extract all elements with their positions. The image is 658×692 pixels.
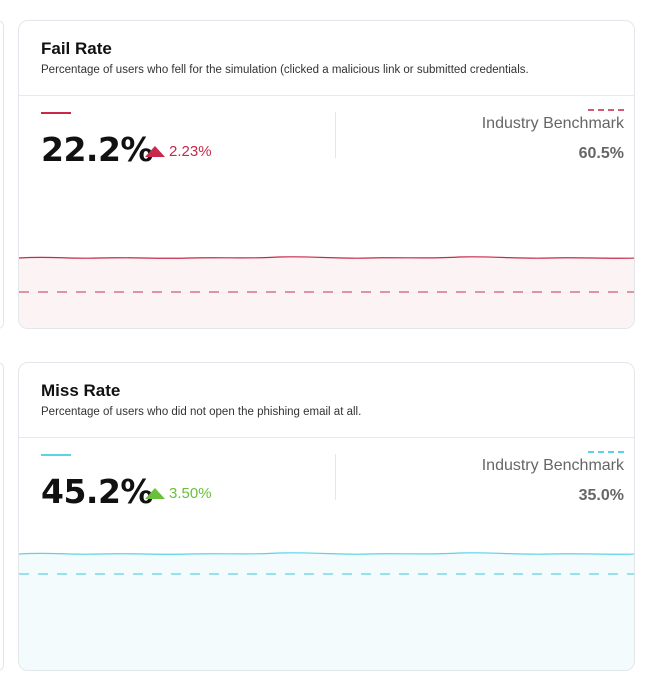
miss-rate-card: Miss Rate Percentage of users who did no… <box>18 362 635 671</box>
benchmark-label: Industry Benchmark <box>481 457 624 474</box>
series-legend-swatch <box>41 112 71 114</box>
benchmark-value: 60.5% <box>578 145 624 162</box>
series-legend-swatch <box>41 454 71 456</box>
trend-up-arrow-icon <box>145 488 165 499</box>
card-title: Fail Rate <box>41 39 112 58</box>
trend-up-arrow-icon <box>145 146 165 157</box>
benchmark-legend-swatch <box>588 451 624 453</box>
adjacent-card-edge-top <box>0 20 4 329</box>
trend-indicator: 3.50% <box>145 485 212 502</box>
adjacent-card-edge-bottom <box>0 362 4 671</box>
miss-rate-trend-chart <box>19 552 634 670</box>
divider <box>335 454 336 500</box>
metric-value: 45.2% <box>41 472 154 511</box>
series-area <box>19 256 634 328</box>
metric-row: 45.2% 3.50% Industry Benchmark 35.0% <box>19 438 634 524</box>
card-subtitle: Percentage of users who did not open the… <box>41 406 362 418</box>
card-title: Miss Rate <box>41 381 121 400</box>
card-subtitle: Percentage of users who fell for the sim… <box>41 64 529 76</box>
series-line <box>19 256 634 259</box>
series-area <box>19 552 634 670</box>
metric-row: 22.2% 2.23% Industry Benchmark 60.5% <box>19 96 634 182</box>
series-line <box>19 552 634 555</box>
divider <box>335 112 336 158</box>
benchmark-legend-swatch <box>588 109 624 111</box>
metric-value: 22.2% <box>41 130 154 169</box>
fail-rate-trend-chart <box>19 256 634 328</box>
trend-value: 3.50% <box>169 485 212 502</box>
miss-rate-header: Miss Rate Percentage of users who did no… <box>19 363 634 438</box>
benchmark-label: Industry Benchmark <box>481 115 624 132</box>
fail-rate-card: Fail Rate Percentage of users who fell f… <box>18 20 635 329</box>
trend-indicator: 2.23% <box>145 143 212 160</box>
fail-rate-header: Fail Rate Percentage of users who fell f… <box>19 21 634 96</box>
trend-value: 2.23% <box>169 143 212 160</box>
benchmark-value: 35.0% <box>578 487 624 504</box>
